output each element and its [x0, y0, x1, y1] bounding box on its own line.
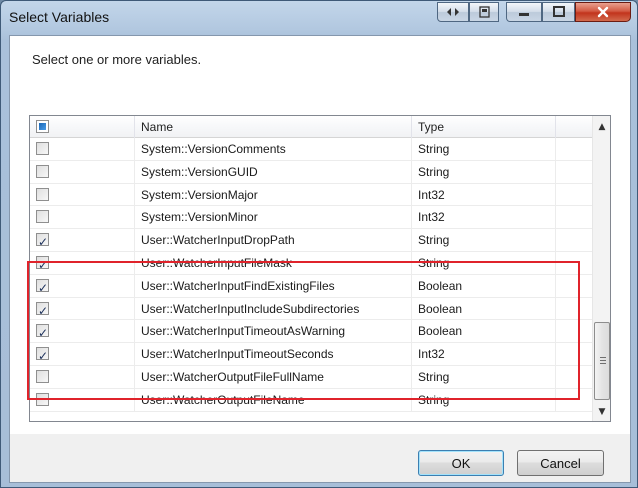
- row-checkbox[interactable]: [36, 142, 49, 155]
- window-title: Select Variables: [9, 9, 110, 25]
- variable-type-cell: String: [412, 229, 556, 251]
- pin-icon: [479, 6, 490, 18]
- dialog-client-area: Select one or more variables. Name Type …: [9, 35, 631, 483]
- content-panel: Select one or more variables. Name Type …: [10, 36, 630, 434]
- dialog-window: Select Variables Select one or more vari…: [0, 0, 638, 488]
- table-row[interactable]: System::VersionMajor Int32: [30, 183, 592, 207]
- ok-button[interactable]: OK: [418, 450, 504, 476]
- header-select-cell: [30, 116, 135, 138]
- row-checkbox[interactable]: [36, 164, 49, 178]
- table-row[interactable]: ✓ User::WatcherInputDropPath String: [30, 229, 592, 252]
- select-cell: [30, 183, 135, 206]
- select-cell: [30, 138, 135, 160]
- name-column-header[interactable]: Name: [135, 116, 412, 138]
- grid-header: Name Type: [30, 116, 592, 138]
- title-bar[interactable]: Select Variables: [1, 1, 637, 35]
- variable-name-cell: System::VersionMinor: [135, 206, 412, 229]
- restore-button[interactable]: [437, 2, 469, 22]
- scroll-up-arrow-icon[interactable]: ▲: [593, 118, 610, 135]
- pin-button[interactable]: [469, 2, 499, 22]
- restore-icon: [447, 8, 459, 16]
- type-column-header[interactable]: Type: [412, 116, 556, 138]
- row-checkbox[interactable]: [36, 187, 49, 201]
- select-all-checkbox[interactable]: [36, 120, 49, 133]
- select-cell: ✓: [30, 229, 135, 251]
- table-row[interactable]: System::VersionMinor Int32: [30, 206, 592, 230]
- variable-type-cell: Int32: [412, 183, 556, 206]
- scroll-thumb[interactable]: [594, 322, 610, 400]
- instruction-text: Select one or more variables.: [32, 52, 202, 67]
- scroll-down-arrow-icon[interactable]: ▼: [593, 403, 610, 420]
- variable-type-cell: Int32: [412, 206, 556, 229]
- maximize-icon: [552, 6, 565, 17]
- variable-name-cell: System::VersionMajor: [135, 183, 412, 206]
- variable-type-cell: String: [412, 160, 556, 183]
- row-checkbox[interactable]: ✓: [36, 233, 49, 249]
- checkmark-icon: ✓: [38, 235, 49, 250]
- cancel-button[interactable]: Cancel: [517, 450, 604, 476]
- table-row[interactable]: System::VersionComments String: [30, 138, 592, 161]
- variable-name-cell: System::VersionComments: [135, 138, 412, 160]
- select-cell: [30, 160, 135, 183]
- highlight-annotation-box: [27, 261, 580, 400]
- close-icon: [597, 6, 609, 18]
- minimize-button[interactable]: [506, 2, 542, 22]
- variable-type-cell: String: [412, 138, 556, 160]
- minimize-icon: [519, 13, 529, 16]
- variable-name-cell: User::WatcherInputDropPath: [135, 229, 412, 251]
- select-cell: [30, 206, 135, 229]
- vertical-scrollbar[interactable]: ▲ ▼: [592, 116, 610, 421]
- close-button[interactable]: [575, 2, 631, 22]
- maximize-button[interactable]: [542, 2, 575, 22]
- table-row[interactable]: System::VersionGUID String: [30, 160, 592, 184]
- row-checkbox[interactable]: [36, 210, 49, 224]
- variable-name-cell: System::VersionGUID: [135, 160, 412, 183]
